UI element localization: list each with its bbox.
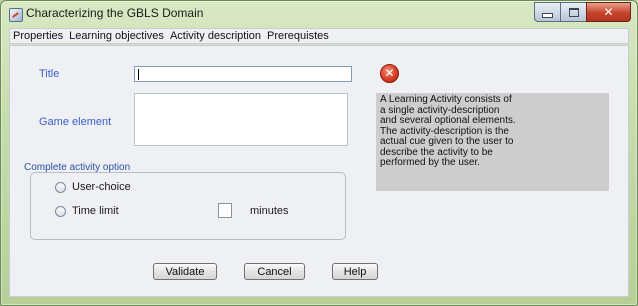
maximize-button[interactable]: [560, 2, 587, 22]
title-input[interactable]: [134, 66, 352, 82]
user-choice-radio[interactable]: [55, 182, 66, 193]
tab-menu-bar: Properties Learning objectives Activity …: [9, 28, 629, 44]
maximize-icon: [568, 7, 579, 17]
window-title: Characterizing the GBLS Domain: [26, 6, 204, 20]
error-icon: ✕: [380, 64, 399, 83]
time-limit-radio[interactable]: [55, 206, 66, 217]
minutes-input[interactable]: [218, 203, 232, 218]
content-panel: Title ✕ Game element A Learning Activity…: [9, 45, 629, 297]
tab-activity-description[interactable]: Activity description: [170, 30, 261, 42]
info-line: A Learning Activity consists of: [380, 94, 512, 105]
tab-properties[interactable]: Properties: [13, 30, 63, 42]
cancel-button[interactable]: Cancel: [244, 263, 305, 280]
minimize-button[interactable]: [534, 2, 561, 22]
validate-button[interactable]: Validate: [153, 263, 217, 280]
game-element-label: Game element: [39, 116, 112, 128]
user-choice-label: User-choice: [72, 181, 131, 193]
close-button[interactable]: ✕: [586, 2, 631, 22]
tab-prerequisites[interactable]: Prerequistes: [267, 30, 329, 42]
minimize-icon: [542, 12, 553, 18]
info-description-panel: A Learning Activity consists of a single…: [376, 93, 609, 191]
info-line: performed by the user.: [380, 157, 481, 168]
info-line: actual cue given to the user to: [380, 136, 514, 147]
game-element-textarea[interactable]: [134, 93, 348, 146]
help-button[interactable]: Help: [332, 263, 378, 280]
title-bar[interactable]: Characterizing the GBLS Domain ✕: [1, 1, 637, 27]
time-limit-label: Time limit: [72, 205, 119, 217]
text-caret: [138, 69, 139, 80]
java-app-icon: [9, 8, 23, 22]
tab-learning-objectives[interactable]: Learning objectives: [69, 30, 164, 42]
info-line: and several optional elements.: [380, 115, 516, 126]
minutes-label: minutes: [250, 205, 289, 217]
dialog-window: Characterizing the GBLS Domain ✕ Propert…: [0, 0, 638, 306]
title-label: Title: [39, 68, 60, 80]
close-icon: ✕: [603, 5, 614, 19]
